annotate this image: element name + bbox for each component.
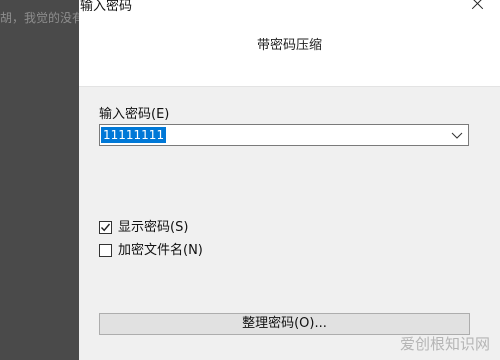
password-combobox[interactable]: 11111111 bbox=[99, 124, 469, 146]
watermark: 爱创根知识网 bbox=[399, 335, 490, 353]
organize-passwords-button[interactable]: 整理密码(O)... bbox=[99, 313, 470, 335]
window-title: 输入密码 bbox=[80, 0, 133, 14]
password-dialog: 输入密码 带密码压缩 输入密码(E) 11111111 显示密码(S) 加密文件… bbox=[79, 0, 500, 360]
password-value[interactable]: 11111111 bbox=[101, 127, 167, 143]
title-bar: 输入密码 bbox=[79, 0, 500, 20]
encrypt-filenames-checkbox[interactable] bbox=[99, 244, 112, 257]
background-window-text: 胡，我觉的没有 bbox=[0, 11, 80, 25]
close-icon[interactable] bbox=[470, 0, 486, 12]
encrypt-filenames-label: 加密文件名(N) bbox=[118, 243, 203, 258]
header-title: 带密码压缩 bbox=[256, 38, 322, 53]
dialog-header: 带密码压缩 bbox=[79, 20, 500, 87]
checkmark-icon bbox=[100, 223, 111, 232]
password-label: 输入密码(E) bbox=[99, 107, 170, 122]
show-password-label: 显示密码(S) bbox=[118, 220, 189, 235]
show-password-checkbox[interactable] bbox=[99, 221, 112, 234]
chevron-down-icon[interactable] bbox=[450, 129, 464, 141]
dialog-body: 输入密码(E) 11111111 显示密码(S) 加密文件名(N) 整理密码(O… bbox=[79, 87, 500, 360]
